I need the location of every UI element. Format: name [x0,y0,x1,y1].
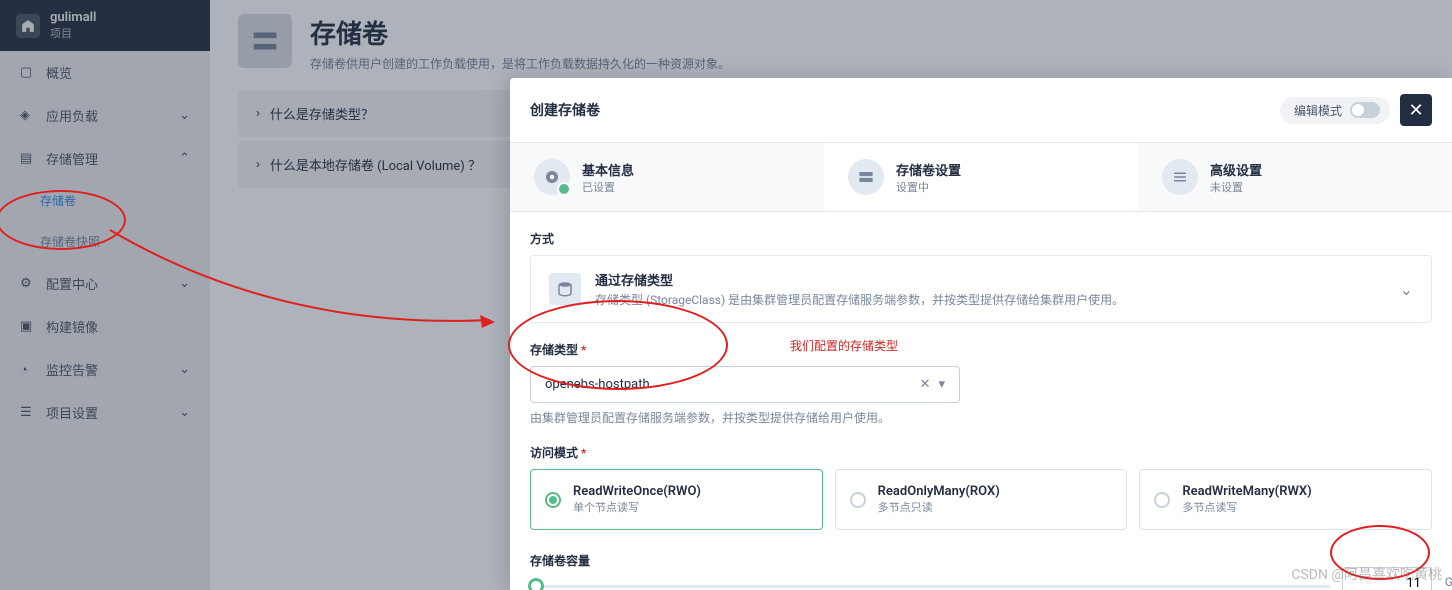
modal-title: 创建存储卷 [530,100,1280,120]
close-icon: ✕ [1408,100,1423,121]
disk-icon [534,159,570,195]
access-mode-rox[interactable]: ReadOnlyMany(ROX) 多节点只读 [835,469,1128,530]
storage-type-label: 存储类型 * [530,341,1432,358]
storage-type-help: 由集群管理员配置存储服务端参数，并按类型提供存储给用户使用。 [530,409,1432,426]
step-sub: 未设置 [1210,179,1262,195]
access-mode-label: 访问模式 * [530,444,1432,461]
radio-title: ReadOnlyMany(ROX) [878,484,1000,499]
access-mode-rwo[interactable]: ReadWriteOnce(RWO) 单个节点读写 [530,469,823,530]
type-card-title: 通过存储类型 [595,270,1386,289]
method-label: 方式 [530,230,1432,247]
radio-title: ReadWriteOnce(RWO) [573,484,701,499]
sliders-icon [1162,159,1198,195]
type-card-desc: 存储类型 (StorageClass) 是由集群管理员配置存储服务端参数，并按类… [595,291,1386,308]
database-icon [549,273,581,305]
step-basic-info[interactable]: 基本信息 已设置 [510,143,824,211]
slider-thumb[interactable] [528,578,544,590]
step-sub: 已设置 [582,179,634,195]
radio-sub: 多节点读写 [1182,499,1311,515]
step-volume-settings[interactable]: 存储卷设置 设置中 [824,143,1138,211]
radio-on-icon [545,492,561,508]
storage-type-card[interactable]: 通过存储类型 存储类型 (StorageClass) 是由集群管理员配置存储服务… [530,255,1432,323]
clear-icon[interactable]: ✕ [912,377,939,392]
capacity-unit: Gi [1445,575,1452,589]
annotation-text: 我们配置的存储类型 [790,337,898,354]
radio-title: ReadWriteMany(RWX) [1182,484,1311,499]
toggle-switch[interactable] [1350,102,1380,118]
radio-sub: 多节点只读 [878,499,1000,515]
close-button[interactable]: ✕ [1400,94,1432,126]
storage-type-select[interactable]: openebs-hostpath ✕ ▾ [530,366,960,403]
access-mode-rwx[interactable]: ReadWriteMany(RWX) 多节点读写 [1139,469,1432,530]
step-title: 基本信息 [582,160,634,179]
capacity-slider[interactable] [530,585,1330,588]
capacity-label: 存储卷容量 [530,552,1432,569]
edit-mode-toggle[interactable]: 编辑模式 [1280,97,1390,124]
create-volume-modal: 创建存储卷 编辑模式 ✕ 基本信息 已设置 存储卷设置 设置中 [510,78,1452,590]
capacity-input[interactable] [1342,567,1432,590]
radio-off-icon [850,492,866,508]
step-advanced[interactable]: 高级设置 未设置 [1138,143,1452,211]
step-title: 存储卷设置 [896,160,961,179]
step-title: 高级设置 [1210,160,1262,179]
step-sub: 设置中 [896,179,961,195]
chevron-down-icon: ⌄ [1400,280,1413,299]
edit-mode-label: 编辑模式 [1294,102,1342,119]
storage-icon [848,159,884,195]
select-value: openebs-hostpath [545,377,650,392]
dropdown-icon[interactable]: ▾ [938,377,945,392]
step-tabs: 基本信息 已设置 存储卷设置 设置中 高级设置 未设置 [510,143,1452,212]
radio-off-icon [1154,492,1170,508]
radio-sub: 单个节点读写 [573,499,701,515]
